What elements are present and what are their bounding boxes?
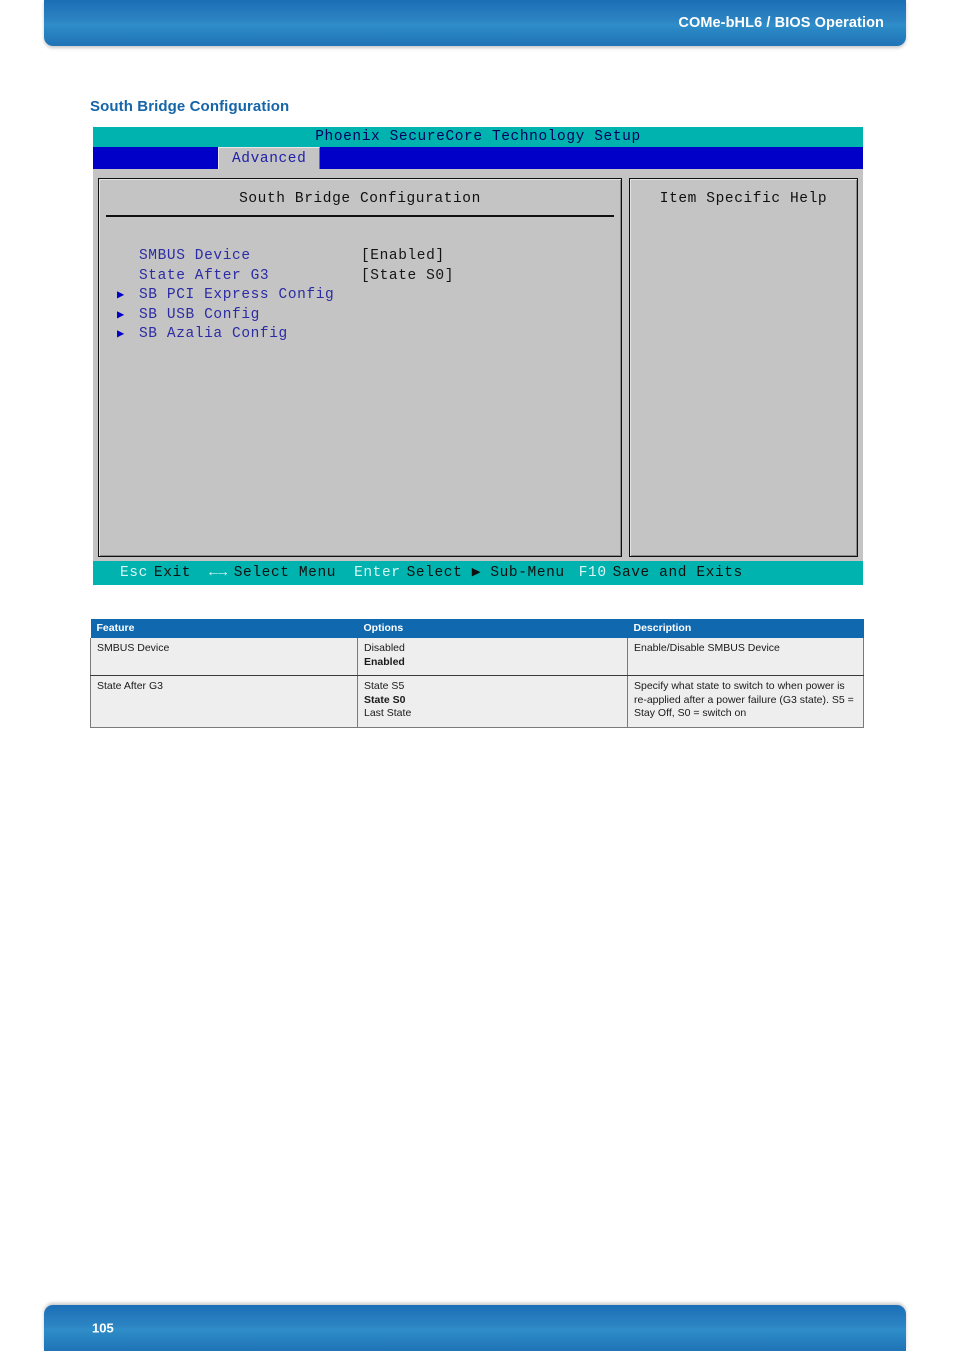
submenu-arrow-icon: ▶ [117, 307, 125, 322]
key-arrows-action: Select Menu [233, 565, 337, 581]
bios-item-value[interactable]: [Enabled] [361, 247, 445, 267]
bios-item-label: SB USB Config [139, 306, 260, 323]
key-f10: F10 [578, 565, 607, 581]
tab-advanced[interactable]: Advanced [218, 147, 321, 169]
column-header-options: Options [357, 619, 628, 638]
bios-help-pane: Item Specific Help [629, 178, 858, 557]
cell-feature: State After G3 [90, 675, 358, 728]
option-item: State S5 [364, 680, 405, 692]
bios-help-pane-title: Item Specific Help [659, 191, 828, 207]
bios-body-spacer [93, 169, 863, 178]
submenu-arrow-icon: ▶ [117, 288, 125, 302]
key-esc-action: Exit [153, 565, 192, 581]
bios-item-label: SMBUS Device [139, 248, 251, 264]
bios-screen: Phoenix SecureCore Technology Setup Adva… [93, 127, 863, 585]
cell-options: State S5 State S0 Last State [357, 675, 628, 728]
option-item: Last State [364, 707, 412, 719]
column-header-feature: Feature [90, 619, 358, 638]
submenu-arrow-icon: ▶ [117, 327, 125, 341]
page-title: South Bridge Configuration [90, 98, 290, 115]
bios-item-sb-pci-express-config[interactable]: ▶ SB PCI Express Config [99, 286, 621, 306]
bios-item-list: SMBUS Device [Enabled] State After G3 [S… [99, 217, 621, 345]
page-footer-bar: 105 [44, 1305, 906, 1351]
key-enter: Enter [354, 565, 401, 581]
bios-settings-pane: South Bridge Configuration SMBUS Device … [98, 178, 622, 557]
option-item: Disabled [364, 642, 405, 654]
key-arrows-icon: ←→ [209, 565, 228, 581]
page-header-title: COMe-bHL6 / BIOS Operation [678, 15, 884, 31]
bios-settings-pane-title: South Bridge Configuration [239, 191, 481, 207]
bios-item-label: State After G3 [139, 267, 270, 284]
cell-description: Specify what state to switch to when pow… [627, 675, 864, 728]
table-header-row: Feature Options Description [90, 619, 864, 638]
bios-item-sb-azalia-config[interactable]: ▶ SB Azalia Config [99, 325, 621, 345]
page-header-bar: COMe-bHL6 / BIOS Operation [44, 0, 906, 46]
bios-keybar: Esc Exit ←→ Select Menu Enter Select ▶ Sub-Me… [93, 561, 863, 585]
bios-item-value[interactable]: [State S0] [361, 267, 454, 287]
column-header-description: Description [627, 619, 864, 638]
bios-item-label: SB PCI Express Config [139, 287, 335, 303]
bios-item-state-after-g3[interactable]: State After G3 [State S0] [99, 267, 621, 287]
bios-menubar: Advanced [93, 147, 863, 169]
key-f10-action: Save and Exits [612, 565, 743, 581]
cell-description: Enable/Disable SMBUS Device [627, 638, 864, 676]
table-row: SMBUS Device Disabled Enabled Enable/Dis… [90, 638, 864, 676]
table-row: State After G3 State S5 State S0 Last St… [90, 675, 864, 728]
bios-item-sb-usb-config[interactable]: ▶ SB USB Config [99, 306, 621, 326]
page-number: 105 [92, 1320, 114, 1336]
bios-titlebar: Phoenix SecureCore Technology Setup [93, 127, 863, 147]
bios-frame: South Bridge Configuration SMBUS Device … [93, 178, 863, 561]
key-esc: Esc [120, 565, 148, 581]
bios-item-label: SB Azalia Config [139, 326, 288, 342]
settings-reference-table: Feature Options Description SMBUS Device… [90, 619, 864, 728]
key-enter-action: Select ▶ Sub-Menu [406, 565, 565, 581]
cell-feature: SMBUS Device [90, 638, 358, 676]
option-item-default: State S0 [364, 693, 406, 706]
option-item-default: Enabled [364, 655, 405, 668]
cell-options: Disabled Enabled [357, 638, 628, 676]
bios-item-smbus-device[interactable]: SMBUS Device [Enabled] [99, 247, 621, 267]
